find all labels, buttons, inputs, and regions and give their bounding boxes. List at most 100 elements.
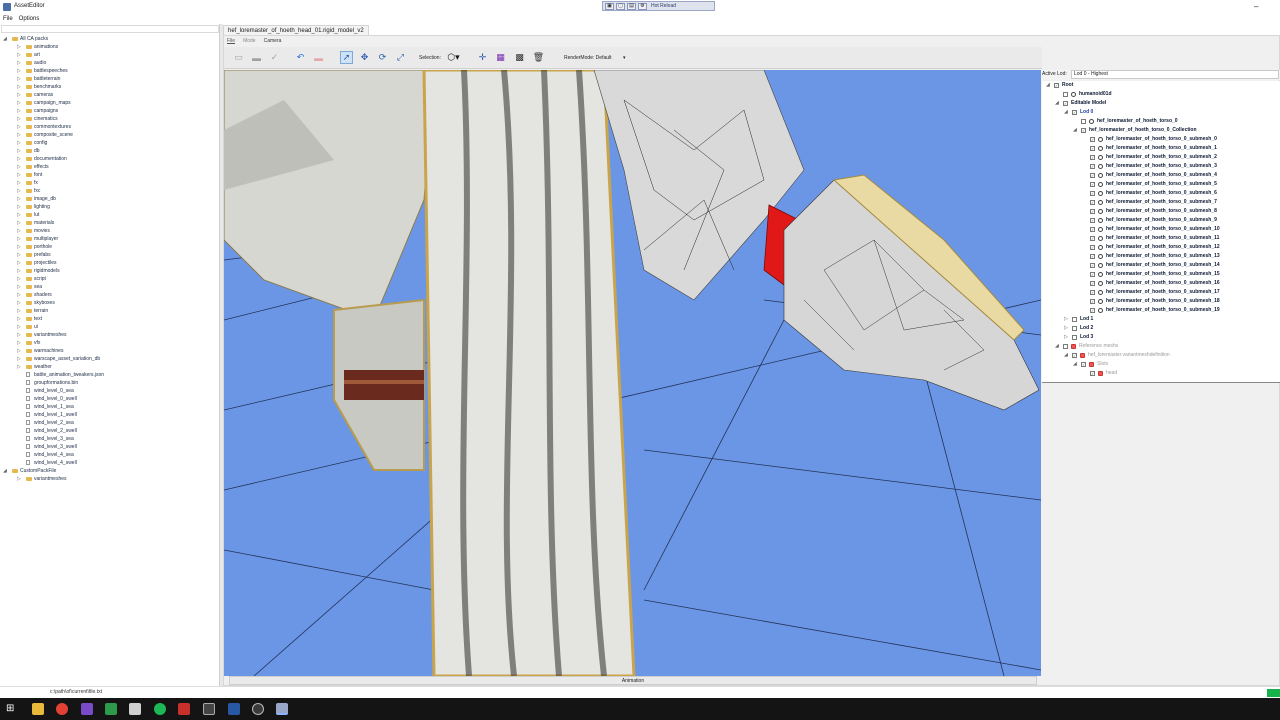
expand-icon[interactable]: ◢ — [1073, 126, 1077, 135]
scene-tree-node[interactable]: ✓ hef_loremaster_of_hoeth_torso_0_submesh… — [1042, 207, 1280, 216]
expand-icon[interactable]: ▷ — [1064, 324, 1068, 333]
pack-search-input[interactable] — [1, 25, 219, 33]
scene-tree-node[interactable]: ◢ ✓ Root — [1042, 81, 1280, 90]
visibility-checkbox[interactable] — [1063, 344, 1068, 349]
chrome-icon[interactable] — [56, 703, 68, 715]
scene-tree-node[interactable]: ◢ ✓ Lod 0 — [1042, 108, 1280, 117]
calculator-icon[interactable] — [129, 703, 141, 715]
asset-editor-taskbar-icon[interactable] — [276, 703, 288, 715]
hot-reload-toggle[interactable]: Hot Reload — [651, 3, 676, 9]
expand-icon[interactable]: ▷ — [17, 227, 21, 235]
pack-tree-folder[interactable]: ▷ commontextures — [0, 123, 218, 131]
scene-tree-node[interactable]: ▷ Lod 3 — [1042, 333, 1280, 342]
pack-tree-folder[interactable]: ▷ cinematics — [0, 115, 218, 123]
pack-tree-folder[interactable]: ▷ multiplayer — [0, 235, 218, 243]
pack-tree-file[interactable]: wind_level_1_sea — [0, 403, 218, 411]
pack-tree-folder[interactable]: ▷ warscape_asset_variation_db — [0, 355, 218, 363]
visibility-checkbox[interactable]: ✓ — [1090, 371, 1095, 376]
expand-icon[interactable]: ▷ — [17, 83, 21, 91]
visibility-checkbox[interactable] — [1072, 326, 1077, 331]
visibility-checkbox[interactable]: ✓ — [1090, 263, 1095, 268]
pack-tree-file[interactable]: wind_level_4_sea — [0, 451, 218, 459]
expand-icon[interactable]: ▷ — [17, 123, 21, 131]
visibility-checkbox[interactable]: ✓ — [1090, 191, 1095, 196]
visibility-checkbox[interactable]: ✓ — [1090, 218, 1095, 223]
pack-tree-file[interactable]: wind_level_3_sea — [0, 435, 218, 443]
active-lod-dropdown[interactable]: Lod 0 - Highest — [1071, 70, 1279, 79]
group-icon[interactable]: ▦ — [494, 51, 507, 64]
selection-mode-dropdown[interactable]: ⬡▾ — [447, 51, 460, 64]
app-icon-red[interactable] — [178, 703, 190, 715]
scene-tree-node[interactable]: ▷ Lod 1 — [1042, 315, 1280, 324]
expand-icon[interactable]: ▷ — [17, 331, 21, 339]
pack-tree-folder[interactable]: ▷ materials — [0, 219, 218, 227]
pack-tree-folder[interactable]: ▷ config — [0, 139, 218, 147]
scene-tree-node[interactable]: ✓ hef_loremaster_of_hoeth_torso_0_submesh… — [1042, 135, 1280, 144]
pack-tree-folder[interactable]: ▷ fx — [0, 179, 218, 187]
pack-tree-folder[interactable]: ▷ art — [0, 51, 218, 59]
scene-tree-node[interactable]: ✓ hef_loremaster_of_hoeth_torso_0_submesh… — [1042, 153, 1280, 162]
scene-tree-node[interactable]: ✓ hef_loremaster_of_hoeth_torso_0_submesh… — [1042, 243, 1280, 252]
pack-tree-folder[interactable]: ▷ terrain — [0, 307, 218, 315]
scale-tool-icon[interactable]: ⤢ — [394, 51, 407, 64]
visibility-checkbox[interactable]: ✓ — [1090, 254, 1095, 259]
pack-tree-file[interactable]: wind_level_0_swell — [0, 395, 218, 403]
spotify-icon[interactable] — [154, 703, 166, 715]
visibility-checkbox[interactable]: ✓ — [1090, 146, 1095, 151]
scene-tree-node[interactable]: ◢ ✓ hef_loremaster.variantmeshdefinition — [1042, 351, 1280, 360]
expand-icon[interactable]: ▷ — [17, 203, 21, 211]
pack-tree-file[interactable]: wind_level_3_swell — [0, 443, 218, 451]
expand-icon[interactable]: ▷ — [17, 115, 21, 123]
scene-tree-node[interactable]: ✓ hef_loremaster_of_hoeth_torso_0_submesh… — [1042, 270, 1280, 279]
expand-icon[interactable]: ◢ — [1064, 108, 1068, 117]
scene-tree-node[interactable]: ✓ hef_loremaster_of_hoeth_torso_0_submesh… — [1042, 162, 1280, 171]
visibility-checkbox[interactable]: ✓ — [1054, 83, 1059, 88]
pack-tree-folder[interactable]: ▷ font — [0, 171, 218, 179]
visual-studio-icon[interactable] — [81, 703, 93, 715]
animation-bar[interactable]: Animation — [229, 676, 1037, 685]
undo-icon[interactable]: ↶ — [294, 51, 307, 64]
expand-icon[interactable]: ◢ — [3, 467, 7, 475]
visibility-checkbox[interactable]: ✓ — [1081, 362, 1086, 367]
expand-icon[interactable]: ▷ — [17, 51, 21, 59]
pack-tree-folder[interactable]: ▷ warmachines — [0, 347, 218, 355]
visibility-checkbox[interactable]: ✓ — [1072, 110, 1077, 115]
pack-tree-folder[interactable]: ▷ rigidmodels — [0, 267, 218, 275]
expand-icon[interactable]: ◢ — [1073, 360, 1077, 369]
3d-viewport[interactable] — [224, 70, 1041, 676]
expand-icon[interactable]: ◢ — [1064, 351, 1068, 360]
pack-tree-folder[interactable]: ▷ lut — [0, 211, 218, 219]
pack-tree-folder[interactable]: ▷ movies — [0, 227, 218, 235]
expand-icon[interactable]: ▷ — [17, 307, 21, 315]
scene-tree-node[interactable]: ✓ hef_loremaster_of_hoeth_torso_0_submesh… — [1042, 225, 1280, 234]
pack-tree-file[interactable]: wind_level_4_swell — [0, 459, 218, 467]
open-icon[interactable]: ▬ — [250, 51, 263, 64]
expand-icon[interactable]: ◢ — [1055, 342, 1059, 351]
expand-icon[interactable]: ▷ — [17, 291, 21, 299]
scene-tree-node[interactable]: ✓ hef_loremaster_of_hoeth_torso_0_submesh… — [1042, 144, 1280, 153]
pack-tree-folder[interactable]: ▷ weather — [0, 363, 218, 371]
app-icon-circle[interactable] — [252, 703, 264, 715]
expand-icon[interactable]: ▷ — [17, 355, 21, 363]
scene-tree-node[interactable]: ✓ hef_loremaster_of_hoeth_torso_0_submesh… — [1042, 279, 1280, 288]
pack-tree-folder[interactable]: ▷ text — [0, 315, 218, 323]
expand-icon[interactable]: ▷ — [17, 147, 21, 155]
expand-icon[interactable]: ▷ — [1064, 333, 1068, 342]
visibility-checkbox[interactable]: ✓ — [1090, 137, 1095, 142]
debug-tool-button-2[interactable]: ▢ — [616, 2, 625, 10]
pack-tree-folder[interactable]: ▷ cameras — [0, 91, 218, 99]
split-mesh-icon[interactable]: ▩ — [513, 51, 526, 64]
visibility-checkbox[interactable]: ✓ — [1090, 299, 1095, 304]
visibility-checkbox[interactable]: ✓ — [1090, 290, 1095, 295]
pack-tree-folder[interactable]: ▷ porthole — [0, 243, 218, 251]
delete-history-icon[interactable]: ▬ — [312, 51, 325, 64]
pack-tree-folder[interactable]: ▷ ui — [0, 323, 218, 331]
expand-icon[interactable]: ▷ — [17, 219, 21, 227]
visibility-checkbox[interactable]: ✓ — [1090, 281, 1095, 286]
file-explorer-icon[interactable] — [32, 703, 44, 715]
expand-icon[interactable]: ▷ — [17, 171, 21, 179]
expand-icon[interactable]: ▷ — [17, 179, 21, 187]
pack-tree-file[interactable]: wind_level_2_sea — [0, 419, 218, 427]
visibility-checkbox[interactable] — [1081, 119, 1086, 124]
debug-tool-button-4[interactable]: ⚙ — [638, 2, 647, 10]
